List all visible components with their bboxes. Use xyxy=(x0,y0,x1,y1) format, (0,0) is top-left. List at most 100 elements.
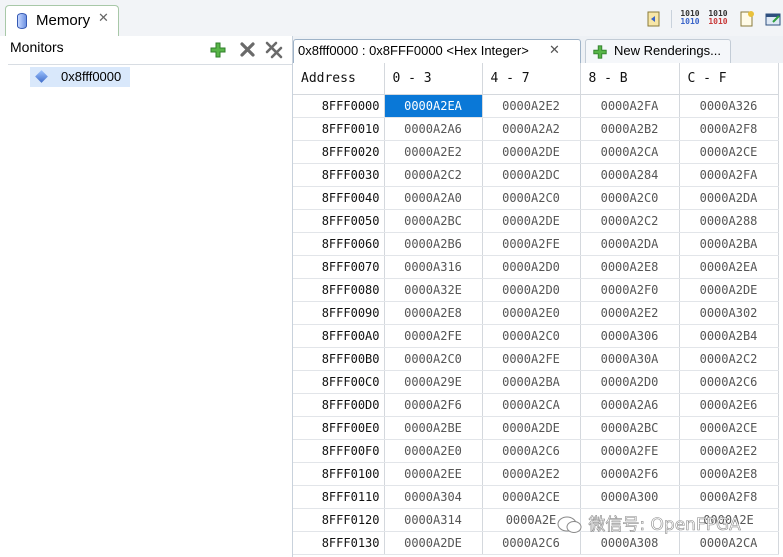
new-renderings-tab[interactable]: New Renderings... xyxy=(585,39,731,63)
memory-row[interactable]: 8FFF0090 0000A2E8 0000A2E0 0000A2E2 0000A302 xyxy=(293,301,779,325)
close-rendering-icon[interactable]: ✕ xyxy=(549,43,560,58)
memory-cell[interactable]: 0000A326 xyxy=(679,94,779,118)
memory-cell[interactable]: 0000A32E xyxy=(384,278,483,302)
memory-cell[interactable]: 0000A2A2 xyxy=(482,117,581,141)
memory-cell[interactable]: 0000A2FA xyxy=(679,163,779,187)
memory-row[interactable]: 8FFF0110 0000A304 0000A2CE 0000A300 0000A2F8 xyxy=(293,485,779,509)
column-header-4-7[interactable]: 4 - 7 xyxy=(482,63,581,95)
memory-cell[interactable]: 0000A2E0 xyxy=(384,439,483,463)
memory-row[interactable]: 8FFF00E0 0000A2BE 0000A2DE 0000A2BC 0000A2CE xyxy=(293,416,779,440)
memory-cell[interactable]: 0000A2BC xyxy=(580,416,680,440)
column-header-0-3[interactable]: 0 - 3 xyxy=(384,63,483,95)
memory-cell[interactable]: 0000A2C2 xyxy=(384,163,483,187)
memory-cell[interactable]: 0000A2A0 xyxy=(384,186,483,210)
memory-cell[interactable]: 0000A29E xyxy=(384,370,483,394)
memory-cell[interactable]: 0000A2B4 xyxy=(679,324,779,348)
rendering-tab-hex[interactable]: 0x8fff0000 : 0x8FFF0000 <Hex Integer> ✕ xyxy=(293,39,581,63)
memory-cell[interactable]: 0000A2CA xyxy=(482,393,581,417)
memory-cell[interactable]: 0000A2C0 xyxy=(580,186,680,210)
memory-cell[interactable]: 0000A2E2 xyxy=(679,439,779,463)
memory-cell[interactable]: 0000A304 xyxy=(384,485,483,509)
new-window-icon[interactable] xyxy=(764,10,782,28)
memory-row[interactable]: 8FFF0040 0000A2A0 0000A2C0 0000A2C0 0000A2DA xyxy=(293,186,779,210)
remove-monitor-icon[interactable] xyxy=(238,41,256,59)
memory-cell[interactable]: 0000A2EA xyxy=(384,94,483,118)
memory-row[interactable]: 8FFF0020 0000A2E2 0000A2DE 0000A2CA 0000A2CE xyxy=(293,140,779,164)
memory-cell[interactable]: 0000A2F8 xyxy=(679,485,779,509)
monitor-item[interactable]: 0x8fff0000 xyxy=(30,67,130,87)
memory-cell[interactable]: 0000A2EE xyxy=(384,462,483,486)
memory-cell[interactable]: 0000A2E8 xyxy=(384,301,483,325)
memory-cell[interactable]: 0000A2D0 xyxy=(580,370,680,394)
column-header-c-f[interactable]: C - F xyxy=(679,63,779,95)
memory-cell[interactable]: 0000A2B6 xyxy=(384,232,483,256)
memory-cell[interactable]: 0000A2BE xyxy=(384,416,483,440)
memory-row[interactable]: 8FFF0070 0000A316 0000A2D0 0000A2E8 0000A2EA xyxy=(293,255,779,279)
binary-rendering-icon[interactable]: 1010 1010 xyxy=(707,10,729,28)
memory-row[interactable]: 8FFF00D0 0000A2F6 0000A2CA 0000A2A6 0000A2E6 xyxy=(293,393,779,417)
memory-cell[interactable]: 0000A2BA xyxy=(482,370,581,394)
memory-cell[interactable]: 0000A2D0 xyxy=(482,278,581,302)
memory-cell[interactable]: 0000A2EA xyxy=(679,255,779,279)
memory-cell[interactable]: 0000A314 xyxy=(384,508,483,532)
hex-rendering-icon[interactable]: 1010 1010 xyxy=(679,10,701,28)
memory-row[interactable]: 8FFF00F0 0000A2E0 0000A2C6 0000A2FE 0000A2E2 xyxy=(293,439,779,463)
memory-cell[interactable]: 0000A2C0 xyxy=(384,347,483,371)
memory-row[interactable]: 8FFF0060 0000A2B6 0000A2FE 0000A2DA 0000A2BA xyxy=(293,232,779,256)
memory-cell[interactable]: 0000A2C2 xyxy=(679,347,779,371)
memory-row[interactable]: 8FFF00A0 0000A2FE 0000A2C0 0000A306 0000A2B4 xyxy=(293,324,779,348)
column-header-address[interactable]: Address xyxy=(293,63,385,95)
memory-cell[interactable]: 0000A2DE xyxy=(482,209,581,233)
memory-cell[interactable]: 0000A2E2 xyxy=(482,94,581,118)
memory-row[interactable]: 8FFF0030 0000A2C2 0000A2DC 0000A284 0000A2FA xyxy=(293,163,779,187)
memory-cell[interactable]: 0000A2BC xyxy=(384,209,483,233)
memory-cell[interactable]: 0000A2E8 xyxy=(580,255,680,279)
memory-cell[interactable]: 0000A2E0 xyxy=(482,301,581,325)
memory-cell[interactable]: 0000A2CE xyxy=(679,140,779,164)
memory-cell[interactable]: 0000A2F0 xyxy=(580,278,680,302)
memory-row[interactable]: 8FFF0000 0000A2EA 0000A2E2 0000A2FA 0000A326 xyxy=(293,94,779,118)
memory-cell[interactable]: 0000A2DE xyxy=(482,416,581,440)
memory-cell[interactable]: 0000A2E2 xyxy=(384,140,483,164)
memory-cell[interactable]: 0000A2FA xyxy=(580,94,680,118)
memory-row[interactable]: 8FFF00B0 0000A2C0 0000A2FE 0000A30A 0000A2C2 xyxy=(293,347,779,371)
memory-cell[interactable]: 0000A2FE xyxy=(580,439,680,463)
memory-row[interactable]: 8FFF0010 0000A2A6 0000A2A2 0000A2B2 0000A2F8 xyxy=(293,117,779,141)
memory-cell[interactable]: 0000A2F8 xyxy=(679,117,779,141)
memory-cell[interactable]: 0000A316 xyxy=(384,255,483,279)
remove-all-monitors-icon[interactable] xyxy=(265,41,283,59)
memory-cell[interactable]: 0000A2C6 xyxy=(482,439,581,463)
memory-cell[interactable]: 0000A2C0 xyxy=(482,324,581,348)
memory-cell[interactable]: 0000A30A xyxy=(580,347,680,371)
memory-cell[interactable]: 0000A2E8 xyxy=(679,462,779,486)
memory-cell[interactable]: 0000A2FE xyxy=(482,232,581,256)
memory-row[interactable]: 8FFF00C0 0000A29E 0000A2BA 0000A2D0 0000A2C6 xyxy=(293,370,779,394)
import-memory-icon[interactable] xyxy=(645,10,663,28)
memory-cell[interactable]: 0000A2DA xyxy=(580,232,680,256)
memory-row[interactable]: 8FFF0050 0000A2BC 0000A2DE 0000A2C2 0000A288 xyxy=(293,209,779,233)
memory-cell[interactable]: 0000A2FE xyxy=(384,324,483,348)
memory-cell[interactable]: 0000A300 xyxy=(580,485,680,509)
memory-cell[interactable]: 0000A2CE xyxy=(679,416,779,440)
memory-cell[interactable]: 0000A2C6 xyxy=(679,370,779,394)
memory-cell[interactable]: 0000A2C2 xyxy=(580,209,680,233)
memory-cell[interactable]: 0000A2DE xyxy=(679,278,779,302)
memory-cell[interactable]: 0000A2CE xyxy=(482,485,581,509)
memory-cell[interactable]: 0000A2C0 xyxy=(482,186,581,210)
memory-cell[interactable]: 0000A284 xyxy=(580,163,680,187)
export-memory-icon[interactable] xyxy=(738,10,756,28)
memory-row[interactable]: 8FFF0100 0000A2EE 0000A2E2 0000A2F6 0000A2E8 xyxy=(293,462,779,486)
add-monitor-icon[interactable] xyxy=(209,41,227,59)
memory-row[interactable]: 8FFF0080 0000A32E 0000A2D0 0000A2F0 0000A2DE xyxy=(293,278,779,302)
memory-cell[interactable]: 0000A2E2 xyxy=(482,462,581,486)
memory-cell[interactable]: 0000A2E6 xyxy=(679,393,779,417)
memory-cell[interactable]: 0000A2A6 xyxy=(580,393,680,417)
memory-cell[interactable]: 0000A2A6 xyxy=(384,117,483,141)
memory-cell[interactable]: 0000A2BA xyxy=(679,232,779,256)
memory-cell[interactable]: 0000A2F6 xyxy=(384,393,483,417)
column-header-8-b[interactable]: 8 - B xyxy=(580,63,680,95)
memory-cell[interactable]: 0000A2DE xyxy=(384,531,483,555)
memory-cell[interactable]: 0000A2E2 xyxy=(580,301,680,325)
memory-cell[interactable]: 0000A2DC xyxy=(482,163,581,187)
memory-cell[interactable]: 0000A302 xyxy=(679,301,779,325)
